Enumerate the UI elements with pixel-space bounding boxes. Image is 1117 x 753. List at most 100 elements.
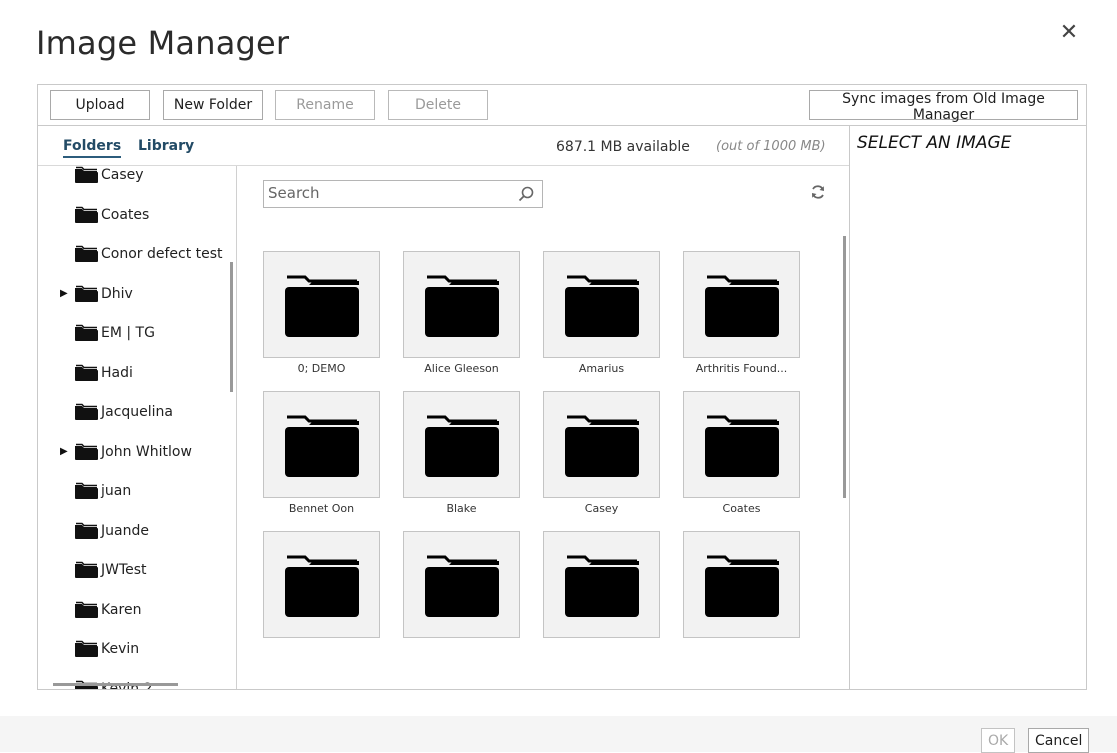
tree-item[interactable]: Juande	[38, 519, 236, 543]
folder-tile[interactable]: Amarius	[543, 251, 660, 375]
folder-icon	[75, 443, 98, 460]
folder-icon	[75, 285, 98, 302]
tree-item[interactable]: Casey	[38, 166, 236, 187]
tree-vertical-scrollbar[interactable]	[230, 262, 233, 392]
storage-total: (out of 1000 MB)	[716, 139, 826, 154]
tree-item-label: John Whitlow	[101, 443, 192, 460]
tree-item[interactable]: Conor defect test	[38, 242, 236, 266]
refresh-icon[interactable]	[810, 184, 826, 200]
folder-icon	[424, 415, 499, 477]
search-icon[interactable]	[518, 186, 534, 202]
folder-tile[interactable]	[263, 531, 380, 642]
tree-item[interactable]: Hadi	[38, 361, 236, 385]
expand-arrow-icon[interactable]: ▶	[38, 288, 68, 299]
tree-item-label: juan	[101, 483, 132, 499]
folder-icon	[564, 415, 639, 477]
tree-item-label: Coates	[101, 206, 150, 223]
tree-item[interactable]: Kevin	[38, 637, 236, 661]
folder-thumbnail	[403, 251, 520, 358]
folder-tile[interactable]	[683, 531, 800, 642]
folder-icon	[75, 364, 98, 381]
folder-icon	[75, 166, 98, 183]
tree-item[interactable]: Jacquelina	[38, 400, 236, 424]
folder-caption: Casey	[584, 502, 619, 515]
folder-icon	[75, 561, 98, 578]
page-title: Image Manager	[36, 24, 290, 62]
folder-icon	[75, 601, 98, 618]
select-image-label: SELECT AN IMAGE	[857, 133, 1012, 153]
browser-panel: Folders Library 687.1 MB available (out …	[38, 126, 850, 689]
folder-tile[interactable]: Bennet Oon	[263, 391, 380, 515]
folder-tile[interactable]: 0; DEMO	[263, 251, 380, 375]
folder-thumbnail	[263, 531, 380, 638]
close-icon[interactable]: ✕	[1058, 22, 1080, 44]
folder-icon	[564, 555, 639, 617]
folder-tile[interactable]: Casey	[543, 391, 660, 515]
folder-caption: Blake	[446, 502, 477, 515]
expand-arrow-icon[interactable]: ▶	[38, 446, 68, 457]
new-folder-button[interactable]: New Folder	[163, 90, 263, 120]
search-input[interactable]	[264, 181, 509, 205]
folder-icon	[75, 245, 98, 262]
folder-caption: Amarius	[578, 362, 625, 375]
tree-item[interactable]: ▶ John Whitlow	[38, 440, 236, 464]
tab-library[interactable]: Library	[138, 138, 194, 156]
tree-item-label: EM | TG	[101, 325, 155, 341]
folder-tile[interactable]: Arthritis Found...	[683, 251, 800, 375]
search-box	[263, 180, 543, 208]
gallery-scrollbar[interactable]	[843, 236, 846, 498]
folder-caption: Coates	[722, 502, 761, 515]
toolbar: Upload New Folder Rename Delete Sync ima…	[38, 85, 1086, 126]
folder-thumbnail	[543, 251, 660, 358]
tree-item-label: Casey	[101, 167, 144, 183]
rename-button[interactable]: Rename	[275, 90, 375, 120]
preview-panel: SELECT AN IMAGE	[857, 133, 1011, 153]
folder-caption: Alice Gleeson	[424, 362, 499, 375]
tree-horizontal-scrollbar[interactable]	[53, 683, 178, 686]
upload-button[interactable]: Upload	[50, 90, 150, 120]
folder-tile[interactable]	[403, 531, 520, 642]
folder-icon	[75, 522, 98, 539]
delete-button[interactable]: Delete	[388, 90, 488, 120]
tree-item[interactable]: Coates	[38, 203, 236, 227]
tree-item-label: JWTest	[101, 562, 147, 578]
tab-folders[interactable]: Folders	[63, 138, 122, 158]
folder-tile[interactable]: Blake	[403, 391, 520, 515]
folder-thumbnail	[263, 391, 380, 498]
folder-thumbnail	[403, 531, 520, 638]
folder-icon	[564, 275, 639, 337]
tree-item[interactable]: ▶ Dhiv	[38, 282, 236, 306]
folder-thumbnail	[403, 391, 520, 498]
folder-icon	[75, 324, 98, 341]
tree-item[interactable]: JWTest	[38, 558, 236, 582]
folder-gallery: 0; DEMO Alice Gleeson Amarius Arthritis Fou…	[238, 166, 849, 689]
tree-item[interactable]: juan	[38, 479, 236, 503]
folder-tile[interactable]: Alice Gleeson	[403, 251, 520, 375]
folder-icon	[704, 555, 779, 617]
storage-available: 687.1 MB available	[556, 139, 690, 155]
folder-tile[interactable]	[543, 531, 660, 642]
folder-caption: Arthritis Found...	[695, 362, 788, 375]
tree-item-label: Hadi	[101, 364, 133, 381]
tabs-row: Folders Library 687.1 MB available (out …	[38, 126, 849, 166]
tree-item-label: Jacquelina	[101, 404, 174, 420]
folder-icon	[75, 640, 98, 657]
folder-thumbnail	[543, 391, 660, 498]
folder-thumbnail	[263, 251, 380, 358]
sync-images-button[interactable]: Sync images from Old Image Manager	[809, 90, 1078, 123]
folder-icon	[284, 555, 359, 617]
folder-icon	[284, 275, 359, 337]
folder-icon	[704, 275, 779, 337]
folder-tile[interactable]: Coates	[683, 391, 800, 515]
folder-caption: Bennet Oon	[288, 502, 355, 515]
folder-thumbnail	[683, 391, 800, 498]
folder-icon	[284, 415, 359, 477]
tree-item[interactable]: EM | TG	[38, 321, 236, 345]
tree-item-label: Kevin	[101, 641, 140, 657]
ok-button[interactable]: OK	[981, 728, 1016, 753]
tree-item[interactable]: Karen	[38, 598, 236, 622]
cancel-button[interactable]: Cancel	[1028, 728, 1090, 753]
folder-icon	[424, 555, 499, 617]
image-manager-frame: Upload New Folder Rename Delete Sync ima…	[37, 84, 1087, 690]
folder-thumbnail	[683, 531, 800, 638]
